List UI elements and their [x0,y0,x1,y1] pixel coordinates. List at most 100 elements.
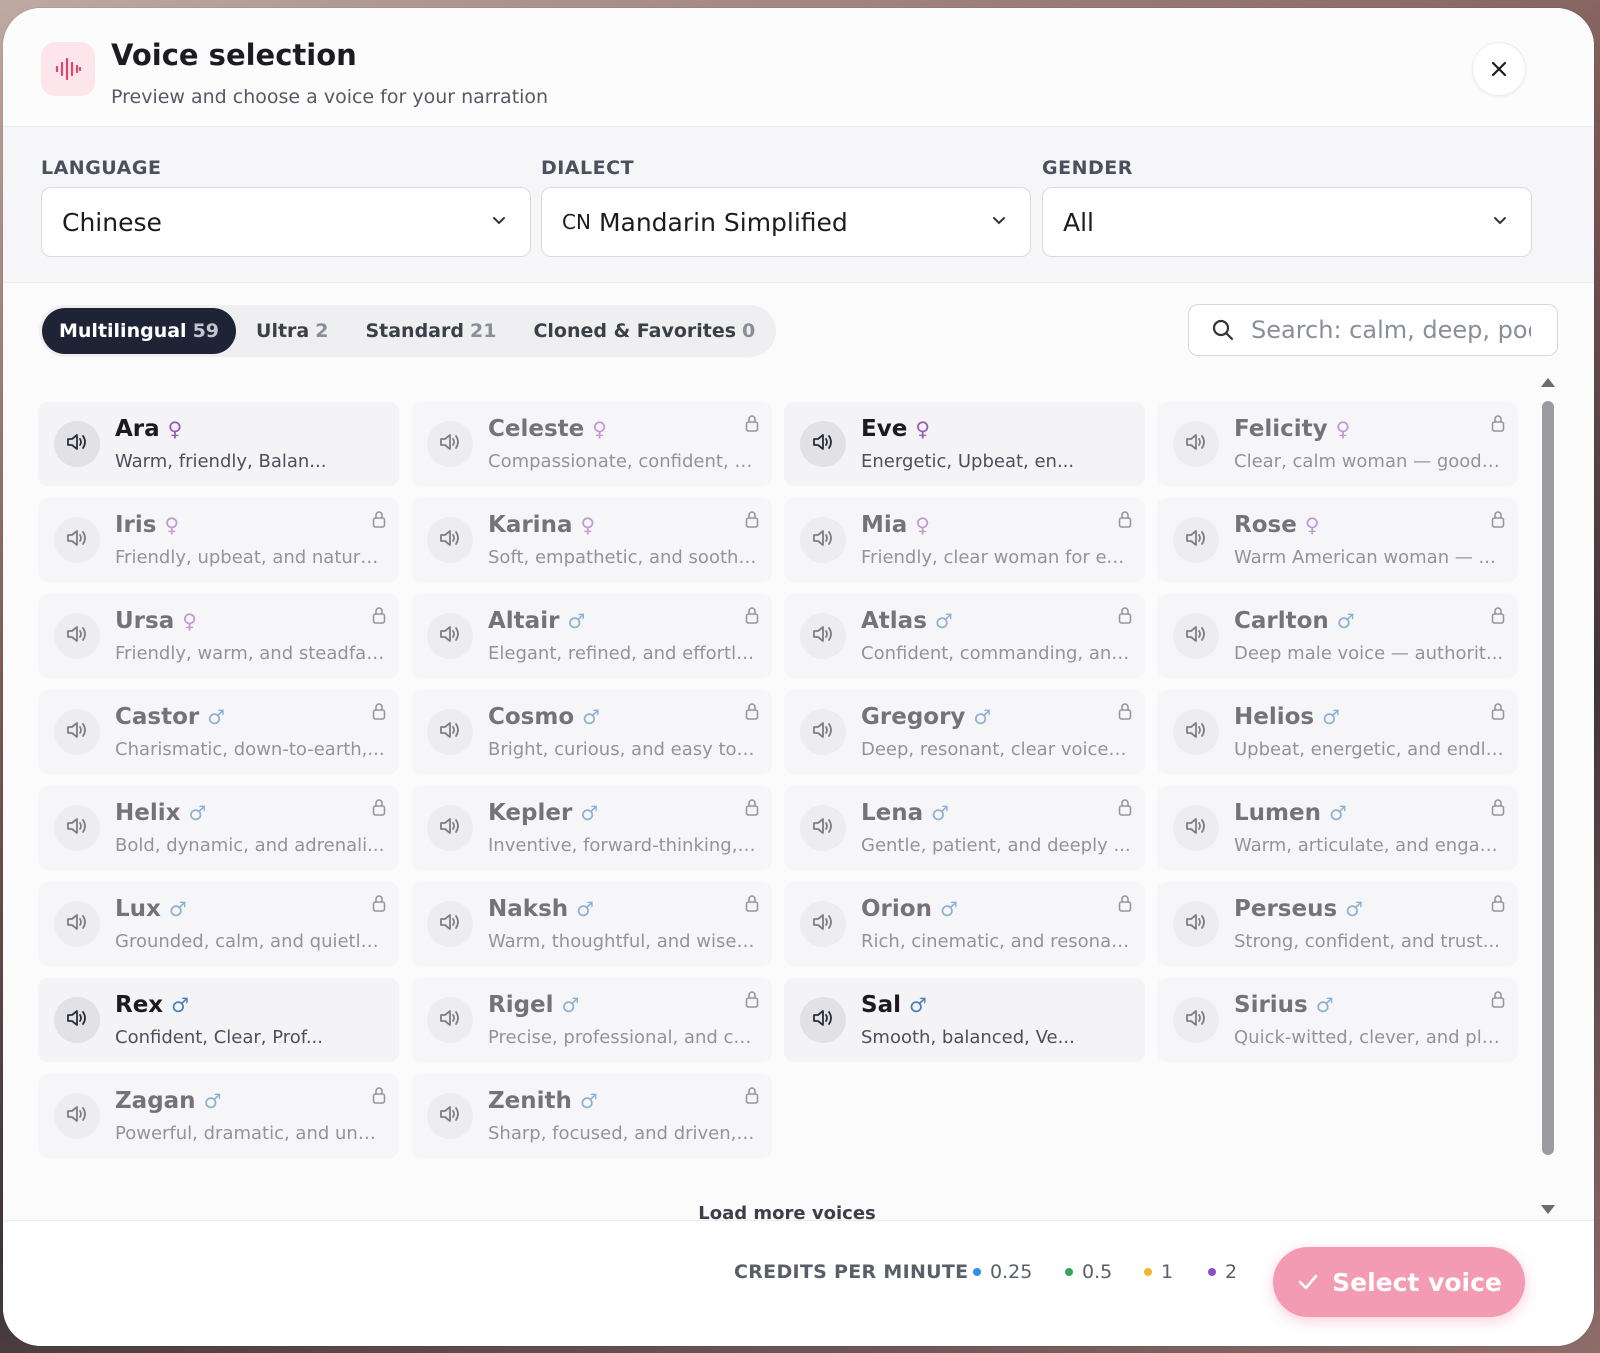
voice-card-perseus[interactable]: Perseus ♂ Strong, confident, and trust... [1157,882,1518,966]
tab-standard[interactable]: Standard 21 [348,308,513,354]
play-preview-button[interactable] [1173,997,1219,1043]
play-preview-button[interactable] [427,517,473,563]
male-icon: ♂ [576,897,595,921]
language-label: LANGUAGE [41,157,162,179]
voice-card-carlton[interactable]: Carlton ♂ Deep male voice — authorit... [1157,594,1518,678]
play-preview-button[interactable] [800,421,846,467]
scroll-down-arrow-icon[interactable] [1540,1204,1556,1216]
play-preview-button[interactable] [427,1093,473,1139]
lock-icon [372,606,386,628]
select-voice-button[interactable]: Select voice [1273,1247,1525,1317]
voice-card-rex[interactable]: Rex ♂ Confident, Clear, Prof... [38,978,399,1062]
voice-description: Clear, calm woman — good ... [1234,451,1504,472]
voice-card-ara[interactable]: Ara ♀ Warm, friendly, Balan... [38,402,399,486]
voice-card-orion[interactable]: Orion ♂ Rich, cinematic, and resonan... [784,882,1145,966]
voice-description: Rich, cinematic, and resonan... [861,931,1131,952]
voice-card-mia[interactable]: Mia ♀ Friendly, clear woman for ex... [784,498,1145,582]
voice-card-lena[interactable]: Lena ♂ Gentle, patient, and deeply ... [784,786,1145,870]
voice-card-felicity[interactable]: Felicity ♀ Clear, calm woman — good ... [1157,402,1518,486]
tab-multilingual[interactable]: Multilingual 59 [42,308,237,354]
dialect-select[interactable]: CN Mandarin Simplified [541,187,1031,257]
play-preview-button[interactable] [427,421,473,467]
voice-card-helix[interactable]: Helix ♂ Bold, dynamic, and adrenali... [38,786,399,870]
speaker-icon [438,527,462,553]
voice-card-altair[interactable]: Altair ♂ Elegant, refined, and effortle... [411,594,772,678]
play-preview-button[interactable] [800,901,846,947]
voice-card-zagan[interactable]: Zagan ♂ Powerful, dramatic, and unm... [38,1074,399,1158]
voice-card-gregory[interactable]: Gregory ♂ Deep, resonant, clear voice f... [784,690,1145,774]
male-icon: ♂ [561,993,580,1017]
play-preview-button[interactable] [800,517,846,563]
voice-card-atlas[interactable]: Atlas ♂ Confident, commanding, and... [784,594,1145,678]
play-preview-button[interactable] [427,901,473,947]
male-icon: ♂ [168,897,187,921]
voice-card-naksh[interactable]: Naksh ♂ Warm, thoughtful, and wise,... [411,882,772,966]
play-preview-button[interactable] [54,1093,100,1139]
voice-card-sirius[interactable]: Sirius ♂ Quick-witted, clever, and pla... [1157,978,1518,1062]
voice-card-lumen[interactable]: Lumen ♂ Warm, articulate, and engag... [1157,786,1518,870]
play-preview-button[interactable] [427,613,473,659]
voice-card-kepler[interactable]: Kepler ♂ Inventive, forward-thinking, ... [411,786,772,870]
play-preview-button[interactable] [1173,805,1219,851]
search-input[interactable] [1249,315,1533,345]
play-preview-button[interactable] [800,805,846,851]
play-preview-button[interactable] [54,421,100,467]
voice-card-karina[interactable]: Karina ♀ Soft, empathetic, and soothi... [411,498,772,582]
voice-description: Upbeat, energetic, and endle... [1234,739,1504,760]
play-preview-button[interactable] [1173,517,1219,563]
tab-cloned-favorites[interactable]: Cloned & Favorites 0 [516,308,772,354]
female-icon: ♀ [915,513,930,537]
speaker-icon [811,815,835,841]
voice-name: Ursa [115,608,175,634]
voice-card-rigel[interactable]: Rigel ♂ Precise, professional, and cal... [411,978,772,1062]
credit-value: 0.5 [1082,1261,1113,1283]
close-button[interactable] [1472,42,1526,96]
voice-card-castor[interactable]: Castor ♂ Charismatic, down-to-earth,... [38,690,399,774]
play-preview-button[interactable] [54,805,100,851]
play-preview-button[interactable] [800,709,846,755]
play-preview-button[interactable] [1173,421,1219,467]
speaker-icon [811,431,835,457]
voice-name: Rose [1234,512,1297,538]
play-preview-button[interactable] [54,997,100,1043]
scrollbar-thumb[interactable] [1542,401,1554,1155]
play-preview-button[interactable] [54,709,100,755]
voice-card-lux[interactable]: Lux ♂ Grounded, calm, and quietly ... [38,882,399,966]
voice-card-cosmo[interactable]: Cosmo ♂ Bright, curious, and easy to f... [411,690,772,774]
play-preview-button[interactable] [1173,613,1219,659]
voice-name-row: Cosmo ♂ [488,704,600,730]
play-preview-button[interactable] [427,997,473,1043]
voice-card-ursa[interactable]: Ursa ♀ Friendly, warm, and steadfas... [38,594,399,678]
play-preview-button[interactable] [54,613,100,659]
tab-ultra[interactable]: Ultra 2 [239,308,345,354]
play-preview-button[interactable] [54,901,100,947]
speaker-icon [811,911,835,937]
play-preview-button[interactable] [800,997,846,1043]
voice-card-eve[interactable]: Eve ♀ Energetic, Upbeat, en... [784,402,1145,486]
speaker-icon [65,623,89,649]
speaker-icon [1184,527,1208,553]
lock-icon [1118,606,1132,628]
play-preview-button[interactable] [800,613,846,659]
voice-card-zenith[interactable]: Zenith ♂ Sharp, focused, and driven, S... [411,1074,772,1158]
play-preview-button[interactable] [54,517,100,563]
voice-card-iris[interactable]: Iris ♀ Friendly, upbeat, and natural... [38,498,399,582]
voice-description: Smooth, balanced, Ve... [861,1027,1075,1048]
play-preview-button[interactable] [427,709,473,755]
voice-name-row: Karina ♀ [488,512,595,538]
voice-name: Atlas [861,608,927,634]
voice-card-helios[interactable]: Helios ♂ Upbeat, energetic, and endle... [1157,690,1518,774]
select-voice-label: Select voice [1332,1267,1502,1297]
lock-icon [1491,894,1505,916]
voice-card-celeste[interactable]: Celeste ♀ Compassionate, confident, a... [411,402,772,486]
gender-select[interactable]: All [1042,187,1532,257]
scroll-up-arrow-icon[interactable] [1540,376,1556,388]
voice-card-rose[interactable]: Rose ♀ Warm American woman — ... [1157,498,1518,582]
voice-card-sal[interactable]: Sal ♂ Smooth, balanced, Ve... [784,978,1145,1062]
play-preview-button[interactable] [1173,709,1219,755]
language-select[interactable]: Chinese [41,187,531,257]
play-preview-button[interactable] [427,805,473,851]
play-preview-button[interactable] [1173,901,1219,947]
lock-icon [1118,894,1132,916]
speaker-icon [65,431,89,457]
